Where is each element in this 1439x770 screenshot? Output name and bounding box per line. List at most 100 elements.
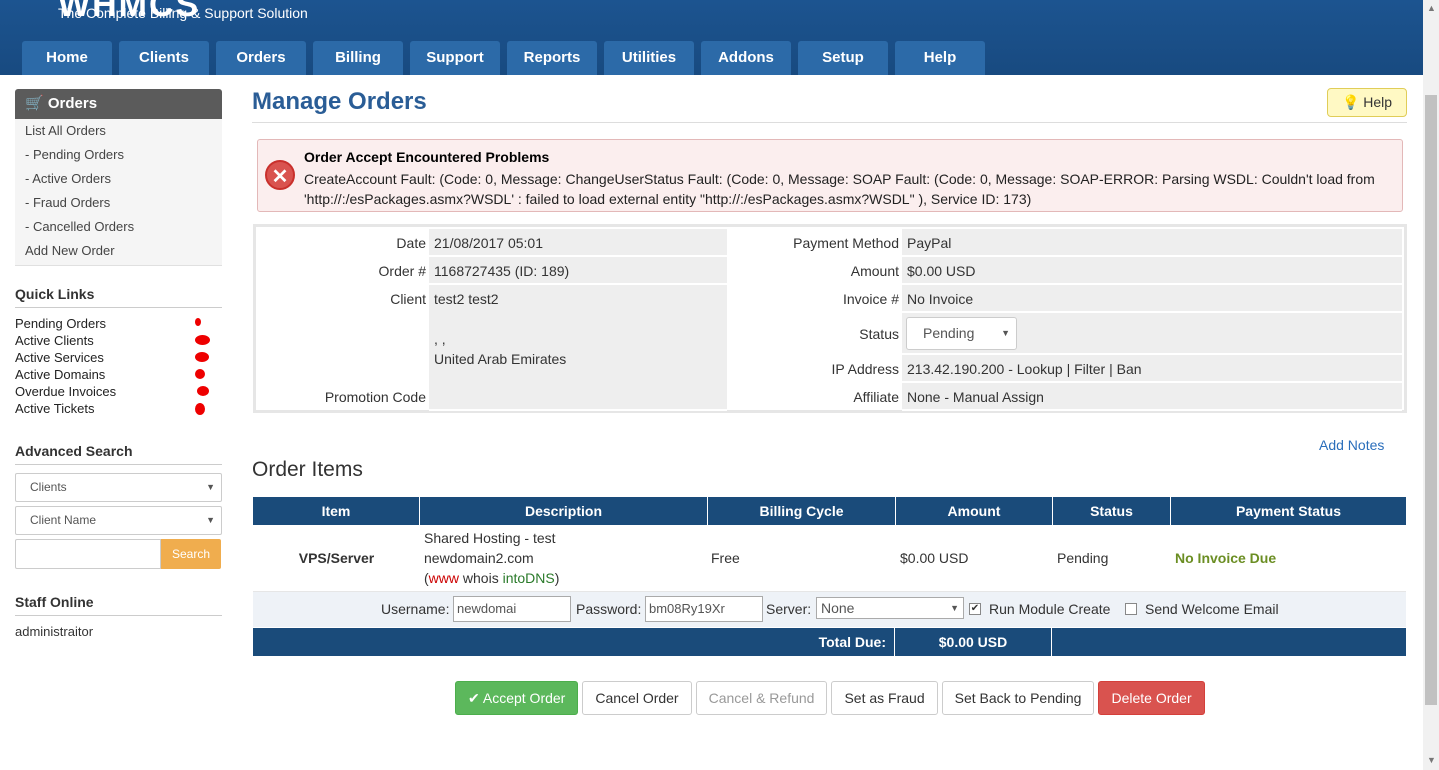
col-payment-status: Payment Status xyxy=(1171,497,1406,525)
nav-clients[interactable]: Clients xyxy=(119,41,209,75)
search-field-select[interactable]: Client Name ▼ xyxy=(15,506,222,535)
search-type-select[interactable]: Clients ▼ xyxy=(15,473,222,502)
set-pending-button[interactable]: Set Back to Pending xyxy=(941,681,1095,715)
payment-status: No Invoice Due xyxy=(1175,550,1277,566)
ip-address[interactable]: 213.42.190.200 - Lookup | Filter | Ban xyxy=(902,355,1402,383)
table-header: Item Description Billing Cycle Amount St… xyxy=(253,497,1406,525)
status-label: Status xyxy=(859,326,899,342)
count-badge xyxy=(195,403,205,415)
help-button[interactable]: 💡 Help xyxy=(1327,88,1407,117)
nav-orders[interactable]: Orders xyxy=(216,41,306,75)
quick-link-item[interactable]: Pending Orders xyxy=(15,316,222,333)
server-select[interactable]: None ▼ xyxy=(816,597,964,619)
order-number-label: Order # xyxy=(378,263,426,279)
sidebar-orders-menu: List All Orders - Pending Orders - Activ… xyxy=(15,119,222,266)
col-description: Description xyxy=(420,497,708,525)
cancel-refund-button[interactable]: Cancel & Refund xyxy=(695,681,828,715)
search-button[interactable]: Search xyxy=(161,539,221,569)
col-amount: Amount xyxy=(896,497,1053,525)
order-details: Date 21/08/2017 05:01 Payment Method Pay… xyxy=(253,224,1407,413)
intodns-link[interactable]: intoDNS xyxy=(503,570,555,586)
invoice-label: Invoice # xyxy=(842,291,899,307)
sidebar-orders-header: 🛒 Orders xyxy=(15,89,222,119)
item-type: VPS/Server xyxy=(298,550,375,566)
run-module-label: Run Module Create xyxy=(989,601,1111,617)
quick-link-item[interactable]: Active Clients xyxy=(15,333,222,350)
count-badge xyxy=(195,369,205,379)
date-label: Date xyxy=(396,235,426,251)
cancel-order-button[interactable]: Cancel Order xyxy=(582,681,692,715)
payment-method-label: Payment Method xyxy=(793,235,899,251)
order-date: 21/08/2017 05:01 xyxy=(429,229,727,257)
main-content: Manage Orders 💡 Help ✕ Order Accept Enco… xyxy=(252,86,1407,715)
affiliate[interactable]: None - Manual Assign xyxy=(902,383,1402,411)
whois-link[interactable]: whois xyxy=(463,570,499,586)
item-status: Pending xyxy=(1057,550,1109,566)
nav-addons[interactable]: Addons xyxy=(701,41,791,75)
nav-help[interactable]: Help xyxy=(895,41,985,75)
scroll-up-icon[interactable]: ▲ xyxy=(1427,3,1436,13)
sidebar-item-cancelled[interactable]: - Cancelled Orders xyxy=(15,215,222,239)
accept-order-button[interactable]: ✔ Accept Order xyxy=(455,681,579,715)
nav-setup[interactable]: Setup xyxy=(798,41,888,75)
chevron-down-icon: ▼ xyxy=(206,482,215,492)
username-field[interactable]: newdomai xyxy=(453,596,571,622)
status-select[interactable]: Pending ▼ xyxy=(906,317,1017,350)
add-notes-link[interactable]: Add Notes xyxy=(1319,437,1384,453)
send-welcome-label: Send Welcome Email xyxy=(1145,601,1279,617)
advanced-search-title: Advanced Search xyxy=(15,443,222,465)
quick-link-item[interactable]: Active Domains xyxy=(15,367,222,384)
promo-code xyxy=(429,383,727,411)
affiliate-label: Affiliate xyxy=(853,389,899,405)
domain-name: newdomain2.com xyxy=(424,550,534,566)
count-badge xyxy=(195,335,210,345)
col-item: Item xyxy=(253,497,420,525)
quick-link-item[interactable]: Overdue Invoices xyxy=(15,384,222,401)
nav-home[interactable]: Home xyxy=(22,41,112,75)
sidebar-item-fraud[interactable]: - Fraud Orders xyxy=(15,191,222,215)
run-module-checkbox[interactable]: ✔ xyxy=(969,603,981,615)
total-due-label: Total Due: xyxy=(253,628,895,656)
page-scrollbar[interactable]: ▲ ▼ xyxy=(1423,0,1439,770)
sidebar: 🛒 Orders List All Orders - Pending Order… xyxy=(15,89,222,639)
sidebar-item-list-all[interactable]: List All Orders xyxy=(15,119,222,143)
username-label: Username: xyxy=(381,601,450,617)
module-settings-row: Username: newdomai Password: bm08Ry19Xr … xyxy=(253,592,1406,627)
sidebar-item-active[interactable]: - Active Orders xyxy=(15,167,222,191)
status-cell: Pending ▼ xyxy=(902,313,1402,355)
send-welcome-checkbox[interactable] xyxy=(1125,603,1137,615)
chevron-down-icon: ▼ xyxy=(1001,328,1010,338)
nav-utilities[interactable]: Utilities xyxy=(604,41,694,75)
lightbulb-icon: 💡 xyxy=(1341,94,1360,110)
order-items-table: Item Description Billing Cycle Amount St… xyxy=(253,497,1406,592)
billing-cycle: Free xyxy=(711,550,740,566)
item-description: Shared Hosting - test newdomain2.com (ww… xyxy=(420,528,708,588)
count-badge xyxy=(195,318,201,326)
amount-label: Amount xyxy=(850,263,899,279)
sidebar-item-add-new[interactable]: Add New Order xyxy=(15,239,222,263)
scroll-thumb[interactable] xyxy=(1425,95,1437,705)
main-nav: Home Clients Orders Billing Support Repo… xyxy=(22,41,992,75)
nav-reports[interactable]: Reports xyxy=(507,41,597,75)
promo-label: Promotion Code xyxy=(324,389,426,405)
total-row: Total Due: $0.00 USD xyxy=(253,628,1406,656)
alert-title: Order Accept Encountered Problems xyxy=(304,149,550,165)
quick-link-item[interactable]: Active Services xyxy=(15,350,222,367)
order-actions: ✔ Accept Order Cancel Order Cancel & Ref… xyxy=(455,681,1209,715)
staff-name: administraitor xyxy=(15,624,94,639)
error-alert: ✕ Order Accept Encountered Problems Crea… xyxy=(257,139,1403,212)
error-x-icon: ✕ xyxy=(265,160,295,190)
invoice-number: No Invoice xyxy=(902,285,1402,313)
nav-billing[interactable]: Billing xyxy=(313,41,403,75)
www-link[interactable]: www xyxy=(429,570,459,586)
delete-order-button[interactable]: Delete Order xyxy=(1098,681,1205,715)
brand-tagline: The Complete Billing & Support Solution xyxy=(58,5,308,21)
scroll-down-icon[interactable]: ▼ xyxy=(1427,755,1436,765)
set-fraud-button[interactable]: Set as Fraud xyxy=(831,681,938,715)
server-label: Server: xyxy=(766,601,812,617)
sidebar-item-pending[interactable]: - Pending Orders xyxy=(15,143,222,167)
nav-support[interactable]: Support xyxy=(410,41,500,75)
quick-link-item[interactable]: Active Tickets xyxy=(15,401,222,418)
password-field[interactable]: bm08Ry19Xr xyxy=(645,596,763,622)
search-input[interactable] xyxy=(15,539,161,569)
